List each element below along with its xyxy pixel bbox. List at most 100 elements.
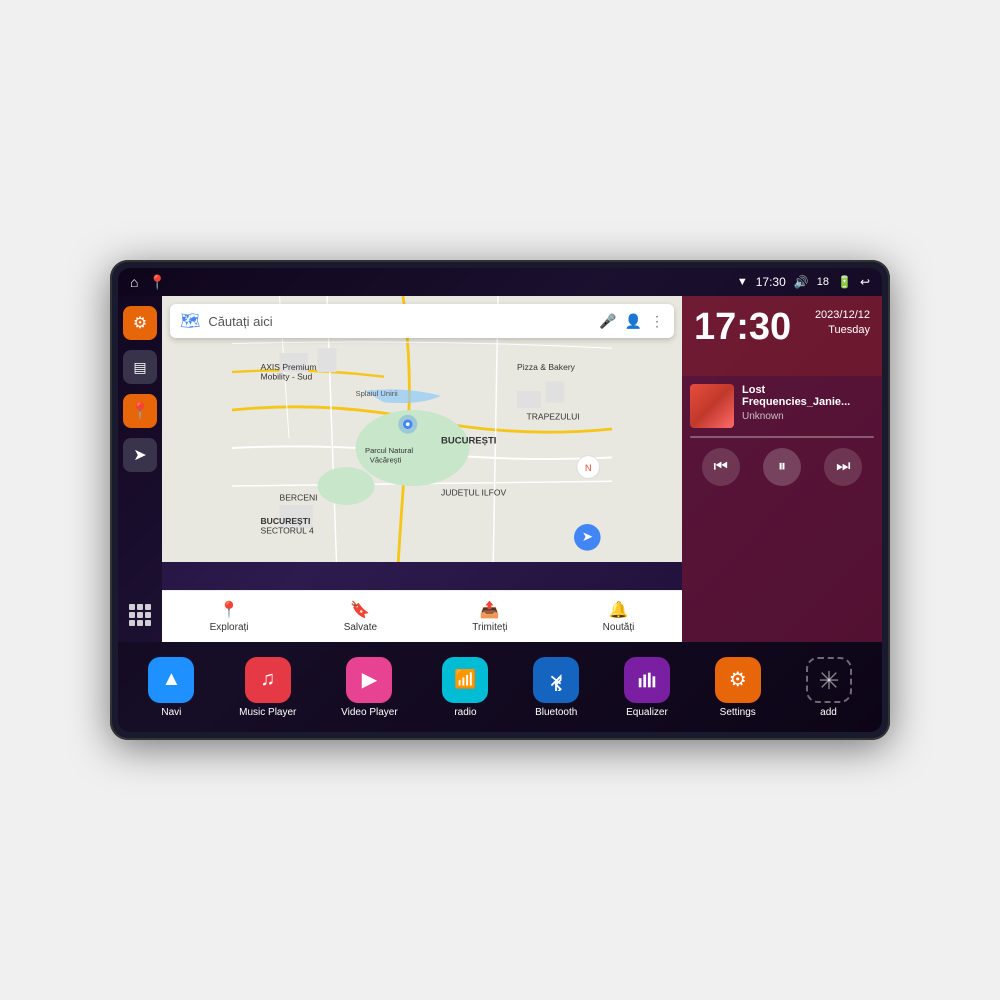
svg-text:BUCUREȘTI: BUCUREȘTI — [441, 435, 496, 446]
album-art-image — [690, 384, 734, 428]
map-nav-saved[interactable]: 🔖 Salvate — [344, 600, 377, 633]
location-sidebar-btn[interactable]: 📍 — [123, 394, 157, 428]
radio-label: radio — [454, 707, 476, 718]
svg-text:Pizza & Bakery: Pizza & Bakery — [517, 362, 576, 372]
grid-dots-icon — [129, 604, 151, 626]
status-right: ▼ 17:30 🔊 18 🔋 ↩ — [737, 275, 870, 289]
music-artist: Unknown — [742, 411, 874, 422]
svg-text:N: N — [585, 463, 592, 474]
add-label: add — [820, 707, 837, 718]
svg-text:JUDEȚUL ILFOV: JUDEȚUL ILFOV — [441, 488, 507, 498]
app-settings[interactable]: ⚙ Settings — [715, 657, 761, 718]
signal-number: 18 — [817, 276, 829, 288]
location-icon[interactable]: 📍 — [148, 274, 165, 291]
music-player-icon: ♫ — [245, 657, 291, 703]
svg-text:Văcărești: Văcărești — [370, 455, 402, 464]
music-prev-button[interactable]: ⏮ — [702, 448, 740, 486]
settings-sidebar-btn[interactable]: ⚙ — [123, 306, 157, 340]
search-placeholder-text[interactable]: Căutați aici — [208, 314, 591, 329]
device-frame: ⌂ 📍 ▼ 17:30 🔊 18 🔋 ↩ ⚙ ▤ — [110, 260, 890, 740]
add-plus-icon — [818, 669, 840, 691]
app-bluetooth[interactable]: Bluetooth — [533, 657, 579, 718]
more-icon[interactable]: ⋮ — [650, 313, 664, 330]
map-nav-explore[interactable]: 📍 Explorați — [210, 600, 249, 633]
share-label: Trimiteți — [472, 622, 507, 633]
music-next-button[interactable]: ⏭ — [824, 448, 862, 486]
equalizer-label: Equalizer — [626, 707, 668, 718]
music-widget: Lost Frequencies_Janie... Unknown ⏮ ⏸ — [682, 376, 882, 642]
music-progress-bar[interactable] — [690, 436, 874, 438]
nav-arrow-icon: ➤ — [133, 445, 146, 465]
bluetooth-label: Bluetooth — [535, 707, 577, 718]
app-video-player[interactable]: ▶ Video Player — [341, 657, 398, 718]
map-nav-share[interactable]: 📤 Trimiteți — [472, 600, 507, 633]
wifi-icon: ▼ — [737, 276, 748, 288]
radio-wave-icon: 📶 — [454, 669, 476, 690]
music-info: Lost Frequencies_Janie... Unknown — [690, 384, 874, 428]
clock-time-display: 17:30 — [694, 308, 791, 346]
svg-text:AXIS Premium: AXIS Premium — [261, 362, 317, 372]
app-dock: ▲ Navi ♫ Music Player ▶ Video Player 📶 — [118, 642, 882, 732]
main-area: ⚙ ▤ 📍 ➤ — [118, 296, 882, 642]
map-nav-news[interactable]: 🔔 Noutăți — [603, 600, 635, 633]
layers-icon: ▤ — [133, 359, 146, 376]
status-bar: ⌂ 📍 ▼ 17:30 🔊 18 🔋 ↩ — [118, 268, 882, 296]
navigation-sidebar-btn[interactable]: ➤ — [123, 438, 157, 472]
navi-arrow-icon: ▲ — [161, 668, 181, 691]
svg-text:SECTORUL 4: SECTORUL 4 — [261, 526, 314, 536]
play-icon: ▶ — [362, 667, 377, 692]
settings-app-icon: ⚙ — [715, 657, 761, 703]
svg-text:Splaiul Unirii: Splaiul Unirii — [356, 389, 399, 398]
pause-icon: ⏸ — [778, 458, 786, 476]
eq-bars-icon — [636, 669, 658, 691]
saved-label: Salvate — [344, 622, 377, 633]
video-player-icon: ▶ — [346, 657, 392, 703]
svg-text:BUCUREȘTI: BUCUREȘTI — [261, 516, 311, 526]
svg-text:Parcul Natural: Parcul Natural — [365, 446, 413, 455]
status-left: ⌂ 📍 — [130, 274, 166, 291]
volume-icon: 🔊 — [794, 275, 809, 289]
account-icon[interactable]: 👤 — [625, 313, 642, 330]
navi-icon: ▲ — [148, 657, 194, 703]
music-title: Lost Frequencies_Janie... — [742, 384, 874, 408]
map-container[interactable]: AXIS Premium Mobility - Sud Pizza & Bake… — [162, 296, 682, 562]
sidebar: ⚙ ▤ 📍 ➤ — [118, 296, 162, 642]
clock-date: 2023/12/12 — [815, 308, 870, 323]
app-music-player[interactable]: ♫ Music Player — [239, 657, 296, 718]
battery-icon: 🔋 — [837, 275, 852, 289]
next-icon: ⏭ — [836, 458, 850, 476]
map-area[interactable]: AXIS Premium Mobility - Sud Pizza & Bake… — [162, 296, 682, 642]
radio-icon: 📶 — [442, 657, 488, 703]
settings-gear-icon: ⚙ — [729, 667, 747, 692]
svg-text:BERCENI: BERCENI — [280, 492, 318, 502]
grid-menu-btn[interactable] — [123, 598, 157, 632]
news-label: Noutăți — [603, 622, 635, 633]
app-equalizer[interactable]: Equalizer — [624, 657, 670, 718]
mic-icon[interactable]: 🎤 — [599, 313, 616, 330]
clock-widget: 17:30 2023/12/12 Tuesday — [682, 296, 882, 376]
app-navi[interactable]: ▲ Navi — [148, 657, 194, 718]
music-note-icon: ♫ — [260, 668, 275, 691]
layers-sidebar-btn[interactable]: ▤ — [123, 350, 157, 384]
explore-label: Explorați — [210, 622, 249, 633]
explore-icon: 📍 — [219, 600, 239, 620]
navi-label: Navi — [161, 707, 181, 718]
clock-date-display: 2023/12/12 Tuesday — [815, 308, 870, 339]
home-icon[interactable]: ⌂ — [130, 274, 138, 290]
app-radio[interactable]: 📶 radio — [442, 657, 488, 718]
map-search-bar[interactable]: 🗺 Căutați aici 🎤 👤 ⋮ — [170, 304, 674, 338]
music-pause-button[interactable]: ⏸ — [763, 448, 801, 486]
music-controls: ⏮ ⏸ ⏭ — [690, 448, 874, 486]
back-icon[interactable]: ↩ — [860, 275, 870, 289]
news-icon: 🔔 — [609, 600, 629, 620]
google-maps-icon: 🗺 — [180, 311, 200, 331]
gear-icon: ⚙ — [133, 313, 147, 333]
clock-day: Tuesday — [815, 323, 870, 338]
app-add[interactable]: add — [806, 657, 852, 718]
device-screen: ⌂ 📍 ▼ 17:30 🔊 18 🔋 ↩ ⚙ ▤ — [118, 268, 882, 732]
map-bottom-nav: 📍 Explorați 🔖 Salvate 📤 Trimiteți 🔔 Nout… — [162, 590, 682, 642]
bluetooth-symbol-icon — [545, 669, 567, 691]
video-player-label: Video Player — [341, 707, 398, 718]
search-action-icons: 🎤 👤 ⋮ — [599, 313, 664, 330]
music-text: Lost Frequencies_Janie... Unknown — [742, 384, 874, 422]
